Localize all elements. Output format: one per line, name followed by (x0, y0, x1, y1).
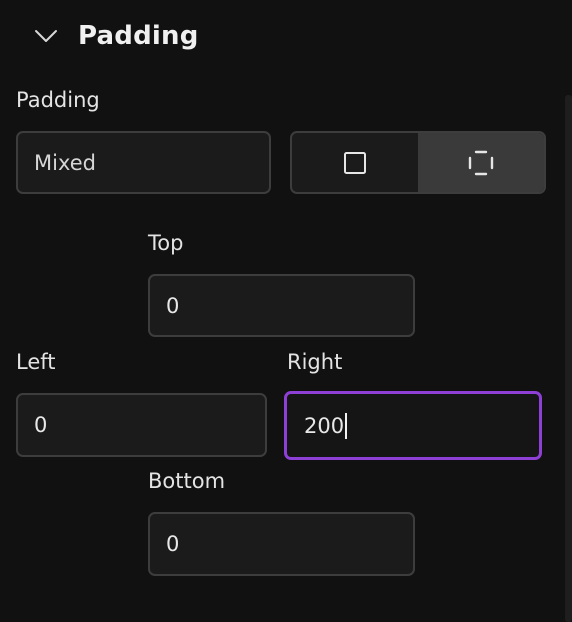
top-value: 0 (166, 293, 180, 318)
left-label: Left (16, 350, 56, 374)
individual-padding-button[interactable] (418, 133, 544, 192)
left-value: 0 (34, 413, 48, 437)
chevron-down-icon[interactable] (34, 24, 58, 48)
right-input[interactable]: 200 (284, 391, 542, 460)
section-title: Padding (78, 21, 199, 51)
right-value: 200 (304, 413, 345, 438)
uniform-padding-button[interactable] (292, 133, 418, 192)
bottom-input[interactable]: 0 (148, 512, 415, 576)
right-label: Right (287, 350, 343, 374)
square-icon (344, 151, 366, 174)
padding-sides-icon (468, 150, 494, 175)
padding-label: Padding (16, 88, 100, 112)
padding-section-header[interactable]: Padding (34, 16, 199, 56)
top-input[interactable]: 0 (148, 274, 415, 337)
bottom-label: Bottom (148, 469, 226, 493)
padding-mode-toggle[interactable] (290, 131, 546, 194)
top-label: Top (148, 231, 184, 255)
text-caret (345, 412, 348, 439)
padding-mode-value: Mixed (34, 150, 96, 175)
padding-mode-field[interactable]: Mixed (16, 131, 271, 194)
scrollbar[interactable] (565, 95, 572, 622)
bottom-value: 0 (166, 532, 180, 556)
left-input[interactable]: 0 (16, 393, 267, 457)
